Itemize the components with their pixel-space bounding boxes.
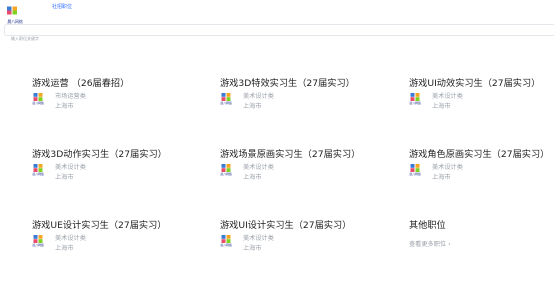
company-logo: 晨八网络 bbox=[220, 235, 232, 255]
job-meta: 晨八网络 美术设计类 上海市 bbox=[220, 235, 405, 257]
job-location: 上海市 bbox=[55, 174, 74, 181]
company-logo: 晨八网络 bbox=[32, 164, 44, 184]
job-title[interactable]: 游戏UE设计实习生（27届实习） bbox=[32, 220, 217, 232]
company-logo: 晨八网络 bbox=[220, 93, 232, 113]
job-title[interactable]: 游戏角色原画实习生（27届实习） bbox=[409, 149, 554, 161]
search-input[interactable] bbox=[5, 33, 554, 44]
logo-mark-icon bbox=[33, 93, 43, 101]
logo-text: 晨八网络 bbox=[220, 101, 232, 105]
job-title[interactable]: 游戏UI设计实习生（27届实习） bbox=[220, 220, 405, 232]
logo-mark-icon bbox=[221, 93, 231, 101]
job-location: 上海市 bbox=[432, 174, 451, 181]
job-title[interactable]: 游戏3D动作实习生（27届实习） bbox=[32, 149, 217, 161]
job-meta: 晨八网络 美术设计类 上海市 bbox=[32, 164, 217, 186]
job-card[interactable]: 游戏UE设计实习生（27届实习） 晨八网络 美术设计类 上海市 bbox=[32, 220, 217, 260]
job-meta: 晨八网络 市场运营类 上海市 bbox=[32, 93, 217, 115]
job-title[interactable]: 游戏3D特效实习生（27届实习） bbox=[220, 78, 405, 90]
logo-text: 晨八网络 bbox=[220, 243, 232, 247]
job-title[interactable]: 游戏UI动效实习生（27届实习） bbox=[409, 78, 554, 90]
job-category: 美术设计类 bbox=[243, 235, 274, 242]
job-title[interactable]: 游戏场景原画实习生（27届实习） bbox=[220, 149, 405, 161]
logo-text: 晨八网络 bbox=[409, 101, 421, 105]
job-category: 美术设计类 bbox=[432, 164, 463, 171]
job-location: 上海市 bbox=[55, 245, 74, 252]
job-location: 上海市 bbox=[243, 245, 262, 252]
job-meta: 晨八网络 美术设计类 上海市 bbox=[409, 93, 554, 115]
job-location: 上海市 bbox=[243, 174, 262, 181]
logo-mark-icon bbox=[410, 164, 420, 172]
job-meta: 晨八网络 美术设计类 上海市 bbox=[409, 164, 554, 186]
search-box bbox=[4, 24, 554, 44]
company-logo: 晨八网络 bbox=[32, 235, 44, 255]
nav-social-recruitment-link[interactable]: 社招职位 bbox=[52, 4, 72, 10]
other-jobs-card: 其他职位 查看更多职位 › bbox=[409, 220, 554, 260]
job-title[interactable]: 游戏运营 （26届春招） bbox=[32, 78, 217, 90]
logo-text: 晨八网络 bbox=[32, 101, 44, 105]
company-logo: 晨八网络 bbox=[32, 93, 44, 113]
logo-text: 晨八网络 bbox=[409, 172, 421, 176]
job-meta: 晨八网络 美术设计类 上海市 bbox=[32, 235, 217, 257]
logo-mark-icon bbox=[33, 164, 43, 172]
job-category: 美术设计类 bbox=[55, 235, 86, 242]
logo-mark-icon bbox=[410, 93, 420, 101]
job-card[interactable]: 游戏场景原画实习生（27届实习） 晨八网络 美术设计类 上海市 bbox=[220, 149, 405, 189]
job-card[interactable]: 游戏角色原画实习生（27届实习） 晨八网络 美术设计类 上海市 bbox=[409, 149, 554, 189]
logo-mark-icon bbox=[33, 235, 43, 243]
job-category: 美术设计类 bbox=[243, 93, 274, 100]
job-location: 上海市 bbox=[55, 103, 74, 110]
other-jobs-title: 其他职位 bbox=[409, 220, 446, 231]
company-logo: 晨八网络 bbox=[409, 93, 421, 113]
job-location: 上海市 bbox=[432, 103, 451, 110]
job-card[interactable]: 游戏UI动效实习生（27届实习） 晨八网络 美术设计类 上海市 bbox=[409, 78, 554, 118]
logo-text: 晨八网络 bbox=[220, 172, 232, 176]
job-card[interactable]: 游戏运营 （26届春招） 晨八网络 市场运营类 上海市 bbox=[32, 78, 217, 118]
company-logo: 晨八网络 bbox=[409, 164, 421, 184]
logo-text: 晨八网络 bbox=[32, 172, 44, 176]
logo-text: 晨八网络 bbox=[32, 243, 44, 247]
job-card[interactable]: 游戏3D特效实习生（27届实习） 晨八网络 美术设计类 上海市 bbox=[220, 78, 405, 118]
view-more-jobs-link[interactable]: 查看更多职位 › bbox=[409, 241, 554, 249]
logo-mark-icon bbox=[221, 164, 231, 172]
company-logo: 晨八网络 bbox=[220, 164, 232, 184]
job-meta: 晨八网络 美术设计类 上海市 bbox=[220, 93, 405, 115]
job-listing-page: 晨八网络 社招职位 游戏运营 （26届春招） 晨八网络 市场运营类 上海市 游戏… bbox=[0, 0, 554, 285]
logo-mark-icon bbox=[221, 235, 231, 243]
job-category: 美术设计类 bbox=[432, 93, 463, 100]
job-card[interactable]: 游戏UI设计实习生（27届实习） 晨八网络 美术设计类 上海市 bbox=[220, 220, 405, 260]
job-category: 美术设计类 bbox=[243, 164, 274, 171]
job-category: 美术设计类 bbox=[55, 164, 86, 171]
logo-mark-icon bbox=[7, 6, 17, 15]
job-location: 上海市 bbox=[243, 103, 262, 110]
job-category: 市场运营类 bbox=[55, 93, 86, 100]
job-meta: 晨八网络 美术设计类 上海市 bbox=[220, 164, 405, 186]
company-logo[interactable]: 晨八网络 bbox=[6, 0, 24, 24]
job-card[interactable]: 游戏3D动作实习生（27届实习） 晨八网络 美术设计类 上海市 bbox=[32, 149, 217, 189]
